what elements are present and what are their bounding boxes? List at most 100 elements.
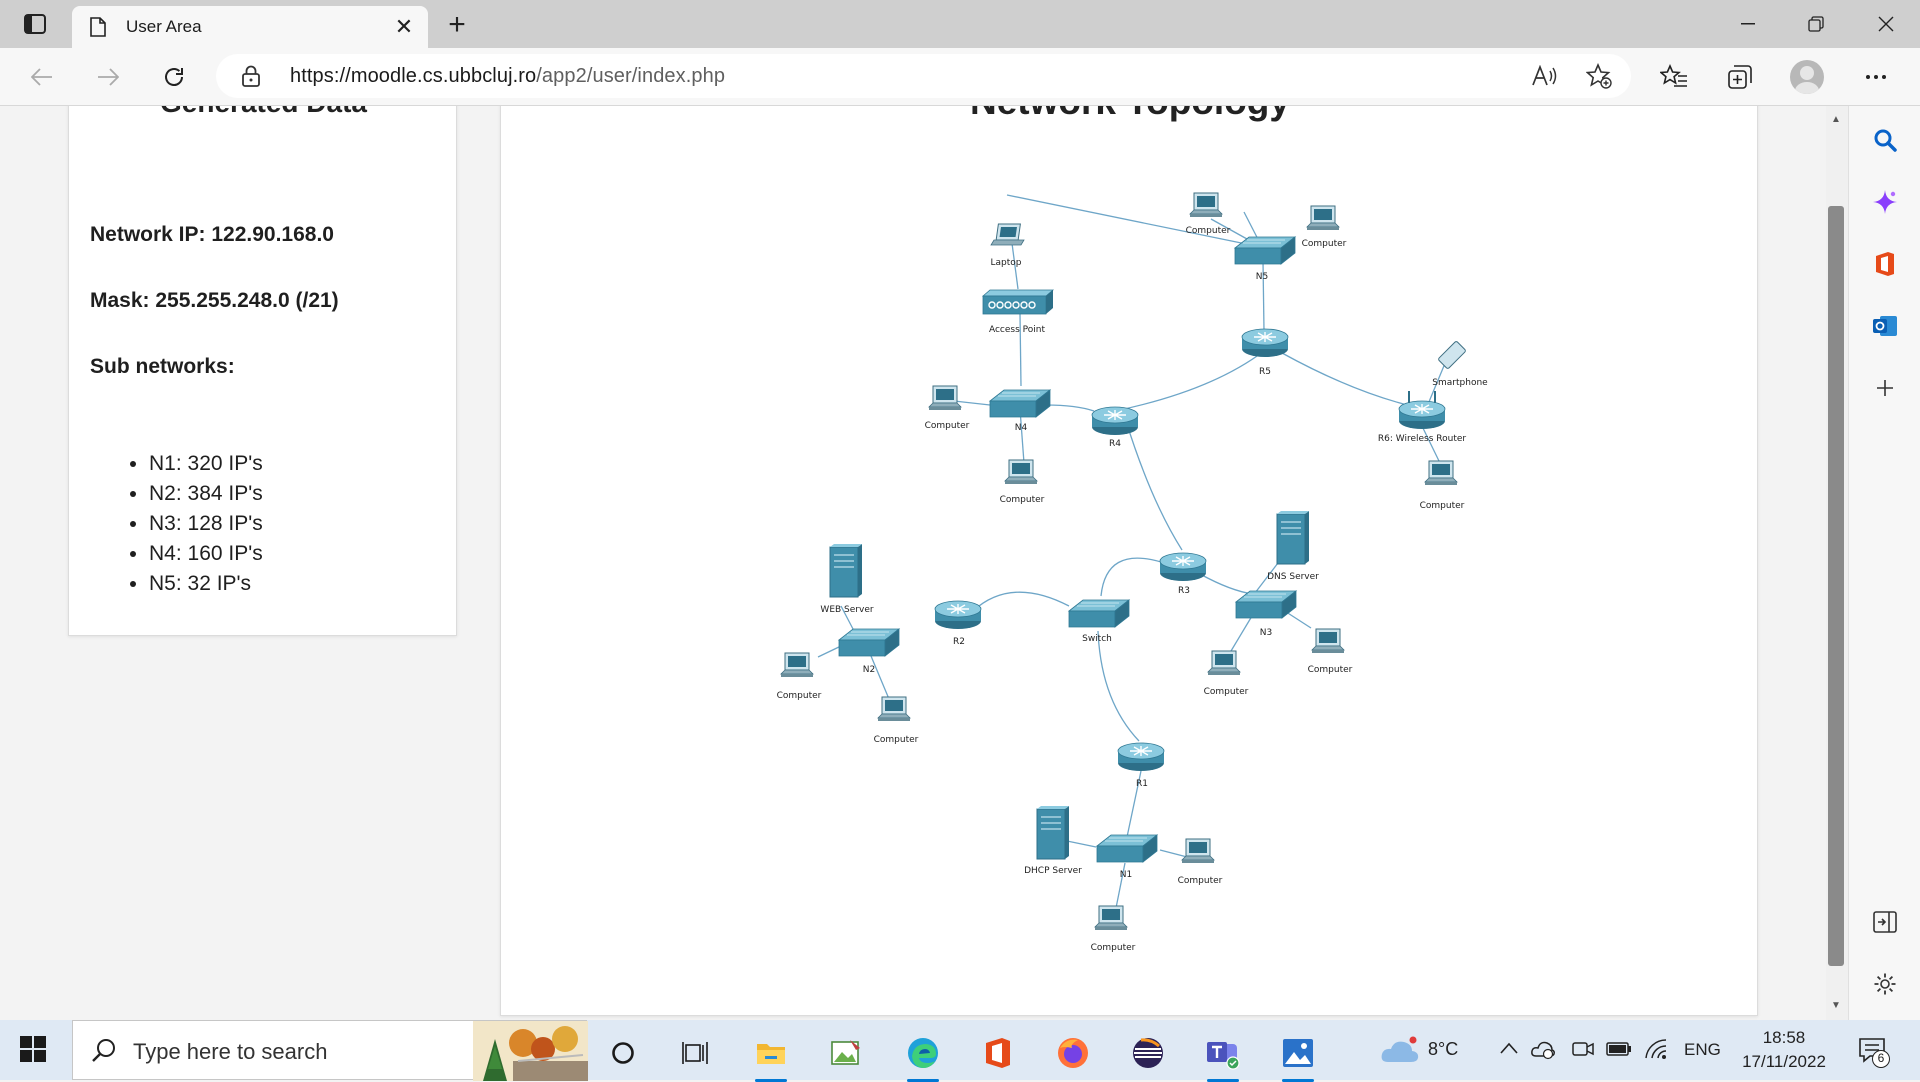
- subnet-item: N1: 320 IP's: [149, 449, 263, 479]
- minimize-button[interactable]: [1714, 0, 1782, 48]
- r1-router-icon[interactable]: [1117, 742, 1165, 772]
- active-tab[interactable]: User Area ✕: [72, 6, 428, 48]
- n5-computer-2-icon[interactable]: [1306, 205, 1340, 231]
- new-tab-button[interactable]: +: [440, 8, 474, 42]
- eclipse-icon: [1133, 1038, 1163, 1068]
- sidebar-discover-button[interactable]: [1867, 184, 1903, 220]
- r6-wireless-router-icon[interactable]: [1398, 391, 1446, 430]
- n5-computer-1-icon[interactable]: [1189, 192, 1223, 218]
- sidebar-hide-button[interactable]: [1867, 904, 1903, 940]
- onedrive-sync-icon[interactable]: [1530, 1038, 1556, 1060]
- refresh-button[interactable]: [156, 59, 192, 95]
- n3-computer-2-icon[interactable]: [1311, 628, 1345, 654]
- laptop-icon[interactable]: [990, 223, 1025, 246]
- wifi-icon[interactable]: [1644, 1038, 1668, 1060]
- n4-computer-2-label: Computer: [1000, 495, 1045, 505]
- r5-router-icon[interactable]: [1241, 328, 1289, 358]
- r3-router-icon[interactable]: [1159, 552, 1207, 582]
- notification-center-button[interactable]: 6: [1858, 1036, 1890, 1068]
- close-icon: [1878, 16, 1894, 32]
- sub-networks-heading: Sub networks:: [90, 355, 235, 378]
- settings-more-button[interactable]: [1858, 59, 1894, 95]
- dhcp-server-icon[interactable]: [1036, 805, 1070, 860]
- read-aloud-icon[interactable]: [1529, 62, 1559, 90]
- language-indicator[interactable]: ENG: [1684, 1040, 1721, 1060]
- subnet-item: N5: 32 IP's: [149, 569, 263, 599]
- file-explorer-button[interactable]: [745, 1028, 797, 1082]
- office-app-button[interactable]: [972, 1028, 1024, 1078]
- start-button[interactable]: [20, 1036, 48, 1064]
- search-placeholder: Type here to search: [133, 1039, 328, 1064]
- task-view-button[interactable]: [670, 1028, 722, 1078]
- favorites-button[interactable]: [1656, 59, 1692, 95]
- n1-computer-1-label: Computer: [1178, 876, 1223, 886]
- r4-router-icon[interactable]: [1091, 406, 1139, 436]
- close-window-button[interactable]: [1852, 0, 1920, 48]
- plus-icon: [1877, 380, 1893, 396]
- add-favorite-icon[interactable]: [1584, 62, 1614, 90]
- n4-computer-1-icon[interactable]: [928, 385, 962, 411]
- tab-actions-button[interactable]: [18, 10, 52, 38]
- n3-computer-2-label: Computer: [1308, 665, 1353, 675]
- chevron-up-icon[interactable]: [1500, 1042, 1518, 1054]
- address-bar[interactable]: https://moodle.cs.ubbcluj.ro/app2/user/i…: [216, 54, 1631, 98]
- windows-logo-icon: [20, 1036, 46, 1062]
- dns-server-icon[interactable]: [1276, 510, 1310, 565]
- r6-computer-icon[interactable]: [1424, 460, 1458, 486]
- sidebar-outlook-button[interactable]: [1867, 308, 1903, 344]
- meet-now-icon[interactable]: [1572, 1038, 1594, 1060]
- access-point-label: Access Point: [989, 325, 1045, 335]
- folder-icon: [757, 1044, 785, 1064]
- n2-computer-2-icon[interactable]: [877, 696, 911, 722]
- n1-switch-icon[interactable]: [1096, 834, 1158, 863]
- n3-switch-icon[interactable]: [1235, 590, 1297, 619]
- sidebar-search-button[interactable]: [1867, 122, 1903, 158]
- photos-icon: [1283, 1039, 1313, 1067]
- lock-icon[interactable]: [242, 65, 260, 92]
- central-switch-icon[interactable]: [1068, 599, 1130, 628]
- close-tab-icon[interactable]: ✕: [388, 11, 420, 43]
- web-server-icon[interactable]: [829, 543, 863, 598]
- scrollbar-thumb[interactable]: [1828, 206, 1844, 966]
- forward-button[interactable]: [90, 59, 126, 95]
- scroll-up-arrow-icon[interactable]: ▲: [1828, 112, 1844, 128]
- sparkle-icon: [1873, 190, 1897, 214]
- taskbar-search-box[interactable]: Type here to search: [72, 1020, 588, 1081]
- n2-switch-icon[interactable]: [838, 628, 900, 657]
- sidebar-office-button[interactable]: [1867, 246, 1903, 282]
- page-icon: [88, 16, 108, 38]
- collections-button[interactable]: [1722, 59, 1758, 95]
- n3-computer-1-icon[interactable]: [1207, 650, 1241, 676]
- teams-button[interactable]: [1197, 1028, 1249, 1082]
- url-path: /app2/user/index.php: [536, 65, 726, 87]
- photos-app-button[interactable]: [820, 1028, 872, 1078]
- teams-icon: [1207, 1042, 1240, 1070]
- photos-viewer-button[interactable]: [1272, 1028, 1324, 1082]
- subnet-item: N2: 384 IP's: [149, 479, 263, 509]
- smartphone-icon[interactable]: [1438, 341, 1466, 369]
- url-text: https://moodle.cs.ubbcluj.ro/app2/user/i…: [290, 65, 725, 88]
- weather-cloud-icon[interactable]: [1380, 1036, 1420, 1064]
- firefox-button[interactable]: [1047, 1028, 1099, 1078]
- weather-temperature[interactable]: 8°C: [1428, 1039, 1458, 1060]
- sidebar-settings-button[interactable]: [1867, 966, 1903, 1002]
- n1-computer-2-icon[interactable]: [1094, 905, 1128, 931]
- web-server-label: WEB Server: [820, 605, 873, 615]
- access-point-icon[interactable]: [982, 289, 1054, 315]
- sidebar-add-button[interactable]: [1867, 370, 1903, 406]
- system-clock[interactable]: 18:58 17/11/2022: [1736, 1026, 1832, 1074]
- scroll-down-arrow-icon[interactable]: ▼: [1828, 998, 1844, 1014]
- cortana-button[interactable]: [597, 1028, 649, 1078]
- battery-icon[interactable]: [1606, 1041, 1632, 1057]
- n1-computer-1-icon[interactable]: [1181, 838, 1215, 864]
- n4-switch-icon[interactable]: [989, 389, 1051, 418]
- profile-avatar[interactable]: [1790, 60, 1824, 94]
- n4-computer-2-icon[interactable]: [1004, 459, 1038, 485]
- r2-router-icon[interactable]: [934, 600, 982, 630]
- eclipse-button[interactable]: [1122, 1028, 1174, 1078]
- restore-button[interactable]: [1782, 0, 1850, 48]
- n2-computer-1-icon[interactable]: [780, 652, 814, 678]
- back-button[interactable]: [24, 59, 60, 95]
- edge-browser-button[interactable]: [897, 1028, 949, 1082]
- n5-switch-icon[interactable]: [1234, 236, 1296, 265]
